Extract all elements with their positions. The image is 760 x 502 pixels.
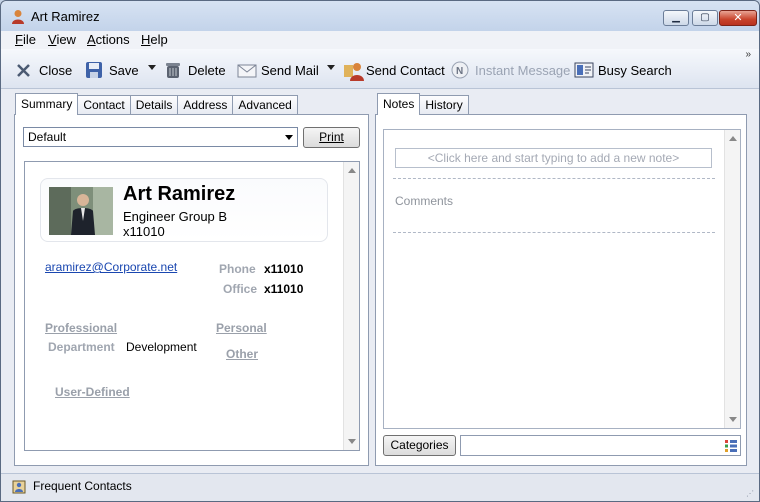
tab-contact[interactable]: Contact [77, 95, 131, 114]
contact-header-card: Art Ramirez Engineer Group B x11010 [40, 178, 328, 242]
user-defined-section[interactable]: User-Defined [55, 385, 130, 399]
busy-search-icon [574, 61, 594, 79]
contact-company: Engineer Group B [123, 209, 228, 224]
other-section[interactable]: Other [226, 347, 258, 361]
menu-actions[interactable]: Actions [87, 32, 130, 47]
resize-grip-icon[interactable]: ⋰ [746, 489, 754, 498]
left-tab-strip: Summary Contact Details Address Advanced [15, 93, 298, 115]
office-value: x11010 [264, 282, 304, 296]
new-note-input[interactable]: <Click here and start typing to add a ne… [395, 148, 712, 168]
menu-view[interactable]: View [48, 32, 76, 47]
categories-button[interactable]: Categories [383, 435, 456, 456]
scroll-down-icon[interactable] [729, 417, 737, 422]
scroll-up-icon[interactable] [729, 136, 737, 141]
save-label: Save [109, 62, 139, 78]
close-button[interactable]: Close [15, 59, 72, 81]
tab-notes[interactable]: Notes [377, 93, 421, 115]
contact-window: Art Ramirez ▁ ▢ ✕ File View Actions Help… [0, 0, 760, 502]
personal-section[interactable]: Personal [216, 321, 267, 335]
busy-search-button[interactable]: Busy Search [574, 59, 672, 81]
instant-message-button[interactable]: N Instant Message [451, 59, 570, 81]
instant-message-icon: N [451, 61, 469, 79]
send-mail-dropdown-icon[interactable] [327, 65, 335, 70]
minimize-button[interactable]: ▁ [663, 10, 689, 26]
send-mail-label: Send Mail [261, 62, 319, 78]
floppy-disk-icon [85, 61, 103, 79]
menu-file[interactable]: File [15, 32, 36, 47]
office-label: Office [223, 282, 258, 296]
title-bar[interactable]: Art Ramirez ▁ ▢ ✕ [1, 1, 759, 31]
right-tab-strip: Notes History [377, 93, 469, 115]
contact-name: Art Ramirez [123, 183, 236, 205]
view-select[interactable]: Default [23, 127, 298, 147]
phone-value: x11010 [264, 262, 304, 276]
notes-scrollbar[interactable] [724, 130, 740, 428]
categories-label: Categories [390, 438, 449, 452]
busy-search-label: Busy Search [598, 62, 672, 78]
toolbar: » Close Save Delete Send Mail Send Conta… [1, 49, 759, 89]
department-value: Development [126, 340, 197, 354]
delete-button[interactable]: Delete [164, 59, 226, 81]
save-dropdown-icon[interactable] [148, 65, 156, 70]
comments-divider [393, 232, 715, 233]
comments-label: Comments [395, 194, 454, 208]
view-select-value: Default [28, 130, 67, 144]
tab-history[interactable]: History [419, 95, 469, 114]
phone-label: Phone [219, 262, 256, 276]
send-contact-button[interactable]: Send Contact [344, 59, 445, 81]
send-contact-label: Send Contact [366, 62, 445, 78]
window-title: Art Ramirez [31, 9, 100, 24]
tab-summary[interactable]: Summary [15, 93, 79, 115]
category-list-icon[interactable] [725, 440, 737, 455]
close-x-icon [15, 61, 33, 79]
svg-text:N: N [456, 66, 463, 77]
professional-section[interactable]: Professional [45, 321, 117, 335]
menu-help[interactable]: Help [141, 32, 168, 47]
save-button[interactable]: Save [85, 59, 139, 81]
maximize-icon: ▢ [700, 12, 710, 23]
tab-advanced[interactable]: Advanced [232, 95, 298, 114]
scroll-up-icon[interactable] [348, 168, 356, 173]
contact-person-icon [11, 9, 25, 25]
minimize-icon: ▁ [672, 12, 680, 23]
contact-card-icon [344, 61, 364, 81]
categories-field[interactable] [460, 435, 741, 456]
contact-photo [49, 187, 113, 235]
close-icon: ✕ [733, 12, 743, 24]
summary-card-area: Art Ramirez Engineer Group B x11010 aram… [24, 161, 360, 451]
tab-details[interactable]: Details [129, 95, 179, 114]
toolbar-overflow-icon[interactable]: » [745, 49, 750, 60]
print-label: Print [319, 130, 344, 144]
trash-can-icon [164, 61, 182, 79]
contact-extension: x11010 [123, 224, 165, 239]
status-bar: Frequent Contacts ⋰ [1, 473, 759, 501]
envelope-icon [237, 61, 257, 79]
frequent-contacts-icon[interactable] [12, 480, 26, 497]
maximize-button[interactable]: ▢ [692, 10, 718, 26]
status-label[interactable]: Frequent Contacts [33, 479, 132, 493]
notes-editor[interactable] [383, 129, 741, 429]
print-button[interactable]: Print [303, 127, 360, 148]
chevron-down-icon [285, 135, 293, 140]
close-window-button[interactable]: ✕ [719, 10, 757, 26]
instant-message-label: Instant Message [475, 62, 571, 78]
summary-scrollbar[interactable] [343, 162, 359, 450]
note-divider [393, 178, 715, 179]
department-label: Department [48, 340, 115, 354]
scroll-down-icon[interactable] [348, 439, 356, 444]
email-link[interactable]: aramirez@Corporate.net [45, 260, 177, 274]
tab-address[interactable]: Address [177, 95, 234, 114]
send-mail-button[interactable]: Send Mail [237, 59, 319, 81]
delete-label: Delete [188, 62, 226, 78]
menu-bar: File View Actions Help [1, 31, 759, 49]
close-label: Close [39, 62, 73, 78]
